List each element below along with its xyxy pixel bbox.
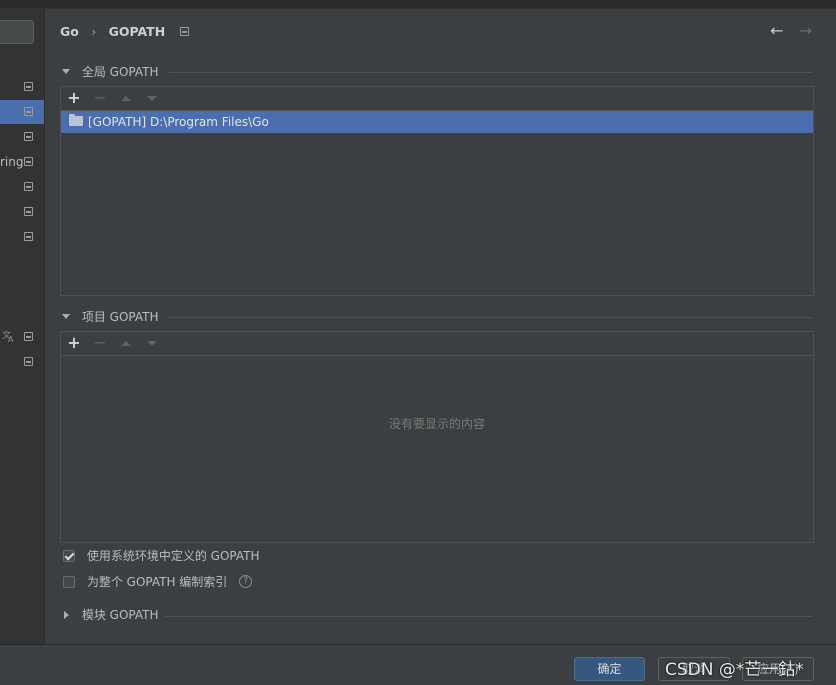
tree-item-translation[interactable]: 文 A xyxy=(0,325,44,349)
remove-path-button[interactable]: − xyxy=(90,89,110,107)
module-gopath-title: 模块 GOPATH xyxy=(81,608,159,622)
svg-text:A: A xyxy=(8,335,14,343)
project-list-toolbar: + − xyxy=(61,332,813,356)
index-entire-gopath-label: 为整个 GOPATH 编制索引 xyxy=(86,575,228,589)
tree-item-label: ring xyxy=(0,155,24,169)
use-system-env-option[interactable]: 使用系统环境中定义的 GOPATH xyxy=(63,547,260,565)
collapse-triangle-icon xyxy=(62,314,70,319)
tree-item-6[interactable] xyxy=(0,200,44,224)
move-down-icon xyxy=(147,96,157,101)
csdn-watermark: CSDN @*芒一鈷* xyxy=(665,660,804,680)
project-level-icon xyxy=(24,182,33,191)
project-gopath-list: + − 没有要显示的内容 xyxy=(60,331,814,543)
dialog-button-bar: 确定 取消 应用(A) CSDN @*芒一鈷* xyxy=(0,644,836,685)
index-entire-gopath-option[interactable]: 为整个 GOPATH 编制索引 ? xyxy=(63,573,253,591)
collapse-triangle-icon xyxy=(62,69,70,74)
gopath-entry: [GOPATH] D:\Program Files\Go xyxy=(88,115,269,129)
move-down-button[interactable] xyxy=(142,334,162,352)
global-gopath-title: 全局 GOPATH xyxy=(81,65,159,79)
ok-button[interactable]: 确定 xyxy=(574,657,645,681)
project-level-icon xyxy=(24,332,33,341)
project-level-icon xyxy=(24,207,33,216)
use-system-env-label: 使用系统环境中定义的 GOPATH xyxy=(86,549,260,563)
index-entire-gopath-checkbox[interactable] xyxy=(63,575,75,588)
tree-item-4[interactable]: ring xyxy=(0,150,44,174)
tree-item-5[interactable] xyxy=(0,175,44,199)
settings-search-input[interactable] xyxy=(0,20,34,44)
add-path-button[interactable]: + xyxy=(64,334,84,352)
global-gopath-list: + − [GOPATH] D:\Program Files\Go xyxy=(60,86,814,296)
tree-item-2-selected[interactable] xyxy=(0,100,44,124)
move-up-button[interactable] xyxy=(116,334,136,352)
project-level-icon xyxy=(24,132,33,141)
move-up-icon xyxy=(121,96,131,101)
section-divider xyxy=(169,72,812,73)
remove-path-button[interactable]: − xyxy=(90,334,110,352)
history-navigation: ← → xyxy=(770,21,812,40)
section-divider xyxy=(165,616,812,617)
translate-icon: 文 A xyxy=(2,329,14,343)
section-divider xyxy=(169,317,812,318)
global-list-toolbar: + − xyxy=(61,87,813,111)
move-down-button[interactable] xyxy=(142,89,162,107)
breadcrumb-go[interactable]: Go xyxy=(60,24,79,39)
tree-item-7[interactable] xyxy=(0,225,44,249)
empty-list-text: 没有要显示的内容 xyxy=(388,417,485,431)
tree-item-1[interactable] xyxy=(0,75,44,99)
global-gopath-header[interactable]: 全局 GOPATH xyxy=(62,63,159,81)
settings-window: ring 文 A Go › GOPATH ← → 全局 GOPATH + − [… xyxy=(0,0,836,685)
move-down-icon xyxy=(147,341,157,346)
folder-icon xyxy=(69,114,83,126)
breadcrumb-separator-icon: › xyxy=(91,24,97,39)
move-up-button[interactable] xyxy=(116,89,136,107)
tree-item-3[interactable] xyxy=(0,125,44,149)
help-icon[interactable]: ? xyxy=(239,575,253,588)
forward-arrow-icon[interactable]: → xyxy=(799,21,812,40)
project-gopath-header[interactable]: 项目 GOPATH xyxy=(62,308,159,326)
tree-item-9[interactable] xyxy=(0,350,44,374)
settings-tree: ring 文 A xyxy=(0,8,45,644)
list-item[interactable]: [GOPATH] D:\Program Files\Go xyxy=(61,111,813,133)
use-system-env-checkbox[interactable] xyxy=(63,549,75,562)
project-level-icon xyxy=(24,82,33,91)
window-top-edge xyxy=(0,0,836,9)
settings-content: Go › GOPATH ← → 全局 GOPATH + − [GOPATH] D… xyxy=(45,9,836,644)
project-level-icon xyxy=(24,157,33,166)
back-arrow-icon[interactable]: ← xyxy=(770,21,783,40)
project-level-icon xyxy=(24,357,33,366)
expand-triangle-icon xyxy=(64,610,69,619)
add-path-button[interactable]: + xyxy=(64,89,84,107)
move-up-icon xyxy=(121,341,131,346)
breadcrumb: Go › GOPATH xyxy=(60,23,189,39)
project-level-icon xyxy=(179,27,189,36)
project-level-icon xyxy=(24,107,33,116)
breadcrumb-gopath: GOPATH xyxy=(108,24,166,39)
project-level-icon xyxy=(24,232,33,241)
module-gopath-header[interactable]: 模块 GOPATH xyxy=(62,606,159,624)
project-gopath-title: 项目 GOPATH xyxy=(81,310,159,324)
